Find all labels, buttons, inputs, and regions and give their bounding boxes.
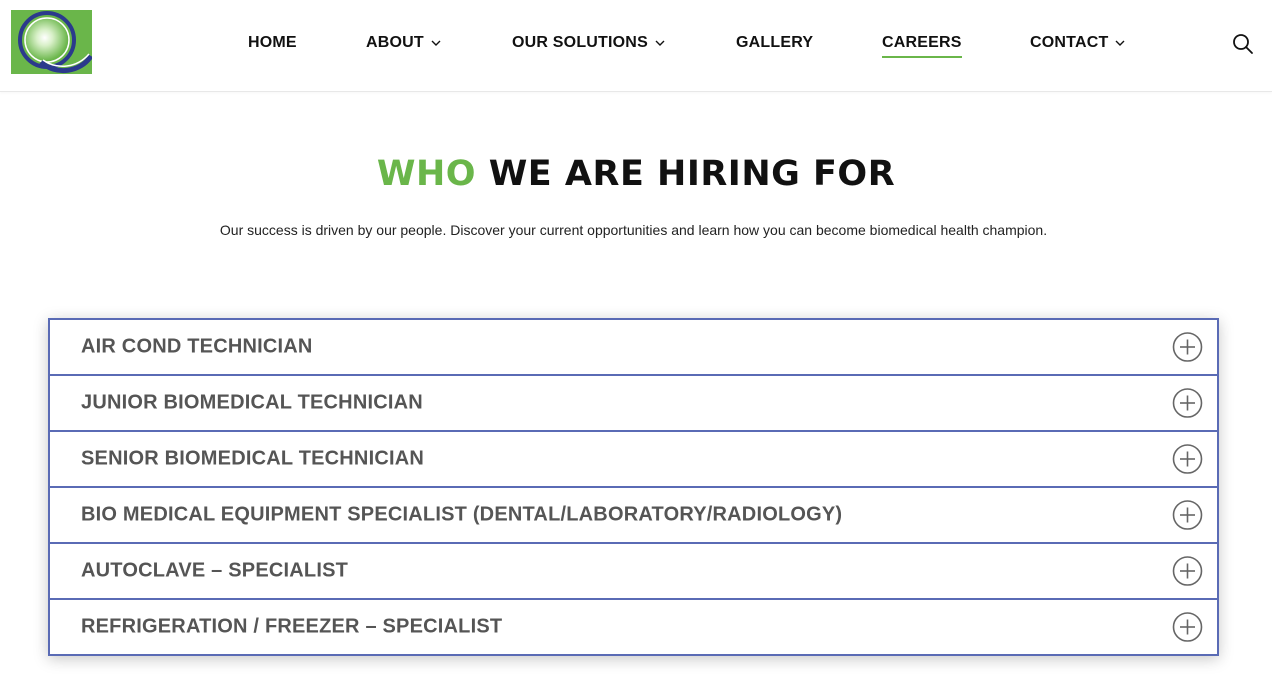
main-nav: HOME ABOUT OUR SOLUTIONS GALLERY CAREERS… [0,0,1272,92]
job-title: SENIOR BIOMEDICAL TECHNICIAN [81,447,425,470]
page-title-accent: WHO [376,154,477,194]
search-icon [1233,34,1253,54]
chevron-down-icon [1115,40,1125,46]
job-accordion: AIR COND TECHNICIAN JUNIOR BIOMEDICAL TE… [48,318,1219,656]
nav-about[interactable]: ABOUT [366,32,441,54]
job-title: AIR COND TECHNICIAN [81,335,313,358]
nav-our-solutions-label: OUR SOLUTIONS [512,34,648,51]
search-button[interactable] [1232,33,1254,55]
nav-gallery[interactable]: GALLERY [736,32,813,54]
job-title: JUNIOR BIOMEDICAL TECHNICIAN [81,391,423,414]
nav-gallery-label: GALLERY [736,34,814,51]
job-item[interactable]: JUNIOR BIOMEDICAL TECHNICIAN [48,375,1219,431]
job-title: BIO MEDICAL EQUIPMENT SPECIALIST (DENTAL… [81,503,843,526]
plus-circle-icon[interactable] [1172,500,1203,531]
nav-careers-label: CAREERS [882,34,962,58]
nav-home-label: HOME [248,34,297,51]
nav-careers[interactable]: CAREERS [882,32,962,58]
nav-about-label: ABOUT [366,34,424,51]
job-item[interactable]: SENIOR BIOMEDICAL TECHNICIAN [48,431,1219,487]
plus-circle-icon[interactable] [1172,332,1203,363]
chevron-down-icon [431,40,441,46]
job-title: REFRIGERATION / FREEZER – SPECIALIST [81,615,503,638]
site-header: HOME ABOUT OUR SOLUTIONS GALLERY CAREERS… [0,0,1272,92]
page-title: WHO WE ARE HIRING FOR [0,154,1272,194]
plus-circle-icon[interactable] [1172,556,1203,587]
job-item[interactable]: REFRIGERATION / FREEZER – SPECIALIST [48,599,1219,656]
nav-our-solutions[interactable]: OUR SOLUTIONS [512,32,665,54]
job-item[interactable]: AUTOCLAVE – SPECIALIST [48,543,1219,599]
job-item[interactable]: BIO MEDICAL EQUIPMENT SPECIALIST (DENTAL… [48,487,1219,543]
job-item[interactable]: AIR COND TECHNICIAN [48,318,1219,375]
job-title: AUTOCLAVE – SPECIALIST [81,559,349,582]
plus-circle-icon[interactable] [1172,612,1203,643]
nav-contact[interactable]: CONTACT [1030,32,1125,54]
chevron-down-icon [655,40,665,46]
plus-circle-icon[interactable] [1172,388,1203,419]
page-title-rest: WE ARE HIRING FOR [488,154,896,194]
plus-circle-icon[interactable] [1172,444,1203,475]
nav-contact-label: CONTACT [1030,34,1109,51]
page-subtitle: Our success is driven by our people. Dis… [219,222,1048,238]
nav-home[interactable]: HOME [248,32,297,54]
